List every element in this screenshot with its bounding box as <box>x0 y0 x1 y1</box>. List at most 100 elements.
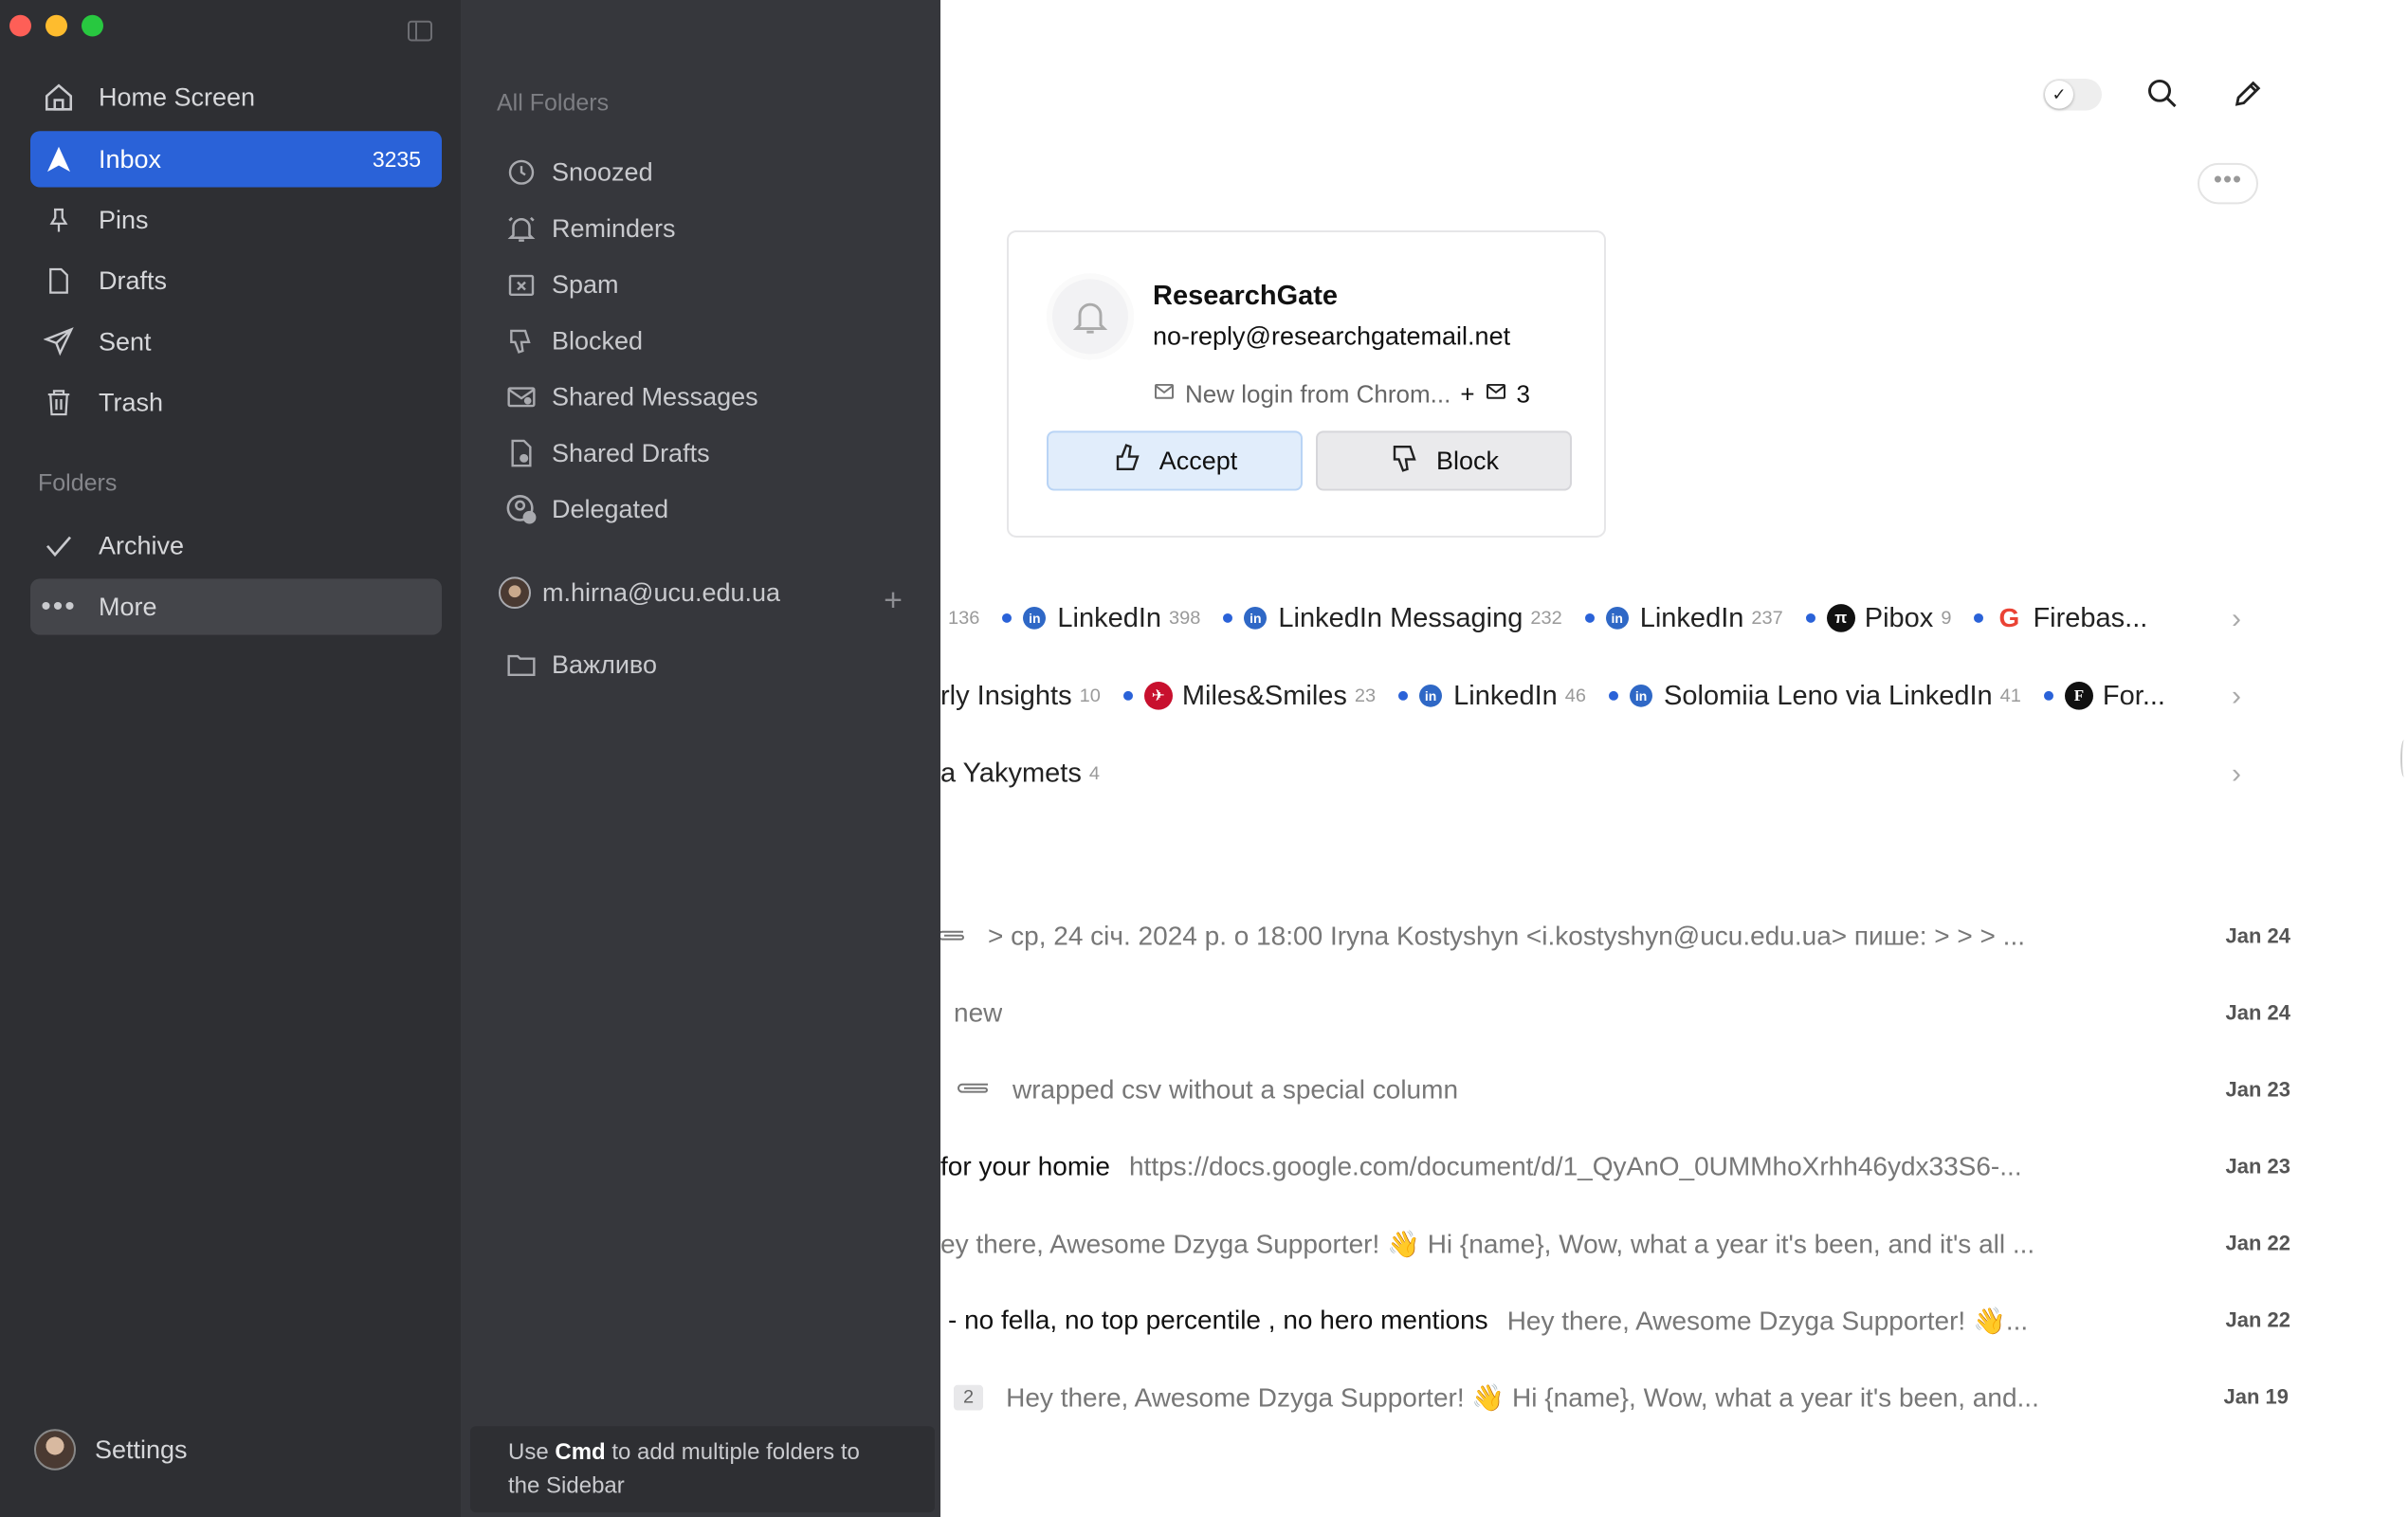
thumbs-up-icon <box>1112 441 1146 481</box>
sender-chips-row: 136 in LinkedIn 398 in LinkedIn Messaging 23… <box>940 599 2170 637</box>
folder-delegated[interactable]: Delegated <box>502 491 668 529</box>
sidebar-item-sent[interactable]: Sent <box>30 314 442 370</box>
folder-blocked[interactable]: Blocked <box>502 322 643 360</box>
inbox-icon <box>40 140 78 178</box>
sidebar-item-home-screen[interactable]: Home Screen <box>30 69 442 125</box>
chip-count: 237 <box>1751 607 1783 629</box>
email-subject: - no fella, no top percentile , no hero … <box>948 1305 1488 1335</box>
pibox-icon: π <box>1826 604 1855 632</box>
sidebar-item-label: More <box>99 592 157 621</box>
scroll-edge-indicator <box>2400 740 2408 777</box>
email-date: Jan 23 <box>2225 1154 2291 1179</box>
account-email: m.hirna@ucu.edu.ua <box>542 577 781 607</box>
mail-icon <box>1485 380 1507 410</box>
sender-chip[interactable]: in Solomiia Leno via LinkedIn 41 <box>1609 681 2021 712</box>
f-logo-icon: F <box>2064 682 2093 710</box>
folder-custom[interactable]: Важливо <box>502 647 657 685</box>
sidebar-item-trash[interactable]: Trash <box>30 375 442 430</box>
chevron-right-icon[interactable]: › <box>2232 603 2241 635</box>
screener-card: ResearchGate no-reply@researchgatemail.n… <box>1007 229 1606 538</box>
account-item[interactable]: m.hirna@ucu.edu.ua <box>499 576 781 610</box>
paperclip-icon <box>954 1075 992 1106</box>
email-row[interactable]: ey there, Awesome Dzyga Supporter! 👋 Hi … <box>940 1225 2290 1263</box>
sidebar-toggle-icon[interactable] <box>408 20 432 42</box>
chevron-right-icon[interactable]: › <box>2232 681 2241 713</box>
sender-email: no-reply@researchgatemail.net <box>1153 321 1511 351</box>
zoom-window-button[interactable] <box>82 14 103 37</box>
chip-count: 9 <box>1941 607 1952 629</box>
linkedin-icon: in <box>1630 685 1653 707</box>
sidebar-item-label: Trash <box>99 388 164 417</box>
sender-chip[interactable]: in LinkedIn 398 <box>1002 603 1200 634</box>
folder-shared-messages[interactable]: Shared Messages <box>502 378 758 416</box>
settings-button[interactable]: Settings <box>34 1429 188 1471</box>
accept-button[interactable]: Accept <box>1047 430 1303 491</box>
paperclip-icon <box>940 922 967 952</box>
sender-chip[interactable]: G Firebas... <box>1974 603 2147 634</box>
email-preview: wrapped csv without a special column <box>1012 1074 1459 1105</box>
all-folders-panel: All Folders Snoozed Reminders Spam Block… <box>461 0 940 1517</box>
chip-name: Solomiia Leno via LinkedIn <box>1664 680 1993 711</box>
chip-count: 398 <box>1169 607 1201 629</box>
email-preview: Hey there, Awesome Dzyga Supporter! 👋 Hi… <box>1006 1382 2039 1412</box>
sender-chip[interactable]: ✈ Miles&Smiles 23 <box>1122 681 1377 712</box>
chevron-right-icon[interactable]: › <box>2232 758 2241 791</box>
sidebar-item-drafts[interactable]: Drafts <box>30 253 442 309</box>
folders-section-label: Folders <box>38 469 118 497</box>
sidebar-item-pins[interactable]: Pins <box>30 192 442 247</box>
email-row[interactable]: new Jan 24 <box>954 995 2290 1033</box>
email-row[interactable]: > ср, 24 січ. 2024 р. о 18:00 Iryna Kost… <box>940 918 2290 956</box>
folder-reminders[interactable]: Reminders <box>502 210 676 247</box>
email-row[interactable]: for your homie https://docs.google.com/d… <box>940 1148 2290 1186</box>
sender-chip[interactable]: rly Insights 10 <box>940 681 1101 712</box>
done-toggle[interactable]: ✓ <box>2043 78 2102 111</box>
folder-label: Delegated <box>552 494 669 523</box>
minimize-window-button[interactable] <box>46 14 67 37</box>
more-options-button[interactable]: ••• <box>2198 162 2258 205</box>
tip-text: to add multiple folders to <box>605 1439 860 1465</box>
close-window-button[interactable] <box>9 14 31 37</box>
pin-icon <box>40 201 78 239</box>
window-controls <box>9 14 103 37</box>
chip-count: 232 <box>1530 607 1562 629</box>
sender-chip[interactable]: a Yakymets 4 <box>940 758 1100 790</box>
email-date: Jan 22 <box>2225 1307 2291 1332</box>
avatar <box>34 1429 76 1471</box>
email-preview: ey there, Awesome Dzyga Supporter! 👋 Hi … <box>940 1229 2035 1258</box>
email-row[interactable]: wrapped csv without a special column Jan… <box>954 1071 2290 1109</box>
search-icon[interactable] <box>2142 73 2183 114</box>
sidebar-item-inbox[interactable]: Inbox 3235 <box>30 131 442 188</box>
chip-count: 4 <box>1088 762 1100 784</box>
chip-count: 10 <box>1079 685 1101 706</box>
bell-icon <box>502 210 540 247</box>
mail-icon <box>1153 380 1176 410</box>
email-row[interactable]: - no fella, no top percentile , no hero … <box>948 1302 2290 1340</box>
sender-chip[interactable]: 136 <box>940 608 979 630</box>
sender-chip[interactable]: in LinkedIn 46 <box>1398 681 1586 712</box>
folder-shared-drafts[interactable]: Shared Drafts <box>502 434 710 472</box>
sender-chip[interactable]: π Pibox 9 <box>1805 603 1952 634</box>
sidebar: Home Screen Inbox 3235 Pins Drafts Sent … <box>0 0 461 1517</box>
email-preview: https://docs.google.com/document/d/1_QyA… <box>1128 1151 2022 1181</box>
main-pane: ✓ ••• ResearchGate no-reply@researchgate… <box>940 0 2408 1517</box>
email-row[interactable]: 2 Hey there, Awesome Dzyga Supporter! 👋 … <box>954 1379 2289 1416</box>
folder-label: Shared Messages <box>552 382 758 411</box>
linkedin-icon: in <box>1419 685 1443 707</box>
thumbs-down-icon <box>502 322 540 360</box>
email-preview: new <box>954 997 1003 1028</box>
compose-icon[interactable] <box>2227 73 2269 114</box>
chip-count: 23 <box>1354 685 1377 706</box>
sender-chip[interactable]: in LinkedIn Messaging 232 <box>1223 603 1562 634</box>
account-avatar <box>499 576 531 610</box>
shared-messages-icon <box>502 378 540 416</box>
folder-snoozed[interactable]: Snoozed <box>502 154 653 192</box>
block-button[interactable]: Block <box>1316 430 1572 491</box>
sidebar-item-more[interactable]: ••• More <box>30 578 442 635</box>
sender-chip[interactable]: F For... <box>2043 681 2165 712</box>
plus-sign: + <box>1460 380 1475 409</box>
sidebar-item-label: Archive <box>99 531 185 560</box>
sidebar-item-archive[interactable]: Archive <box>30 518 442 574</box>
folder-spam[interactable]: Spam <box>502 266 619 304</box>
sender-chip[interactable]: in LinkedIn 237 <box>1584 603 1783 634</box>
add-folder-button[interactable]: + <box>884 582 903 619</box>
